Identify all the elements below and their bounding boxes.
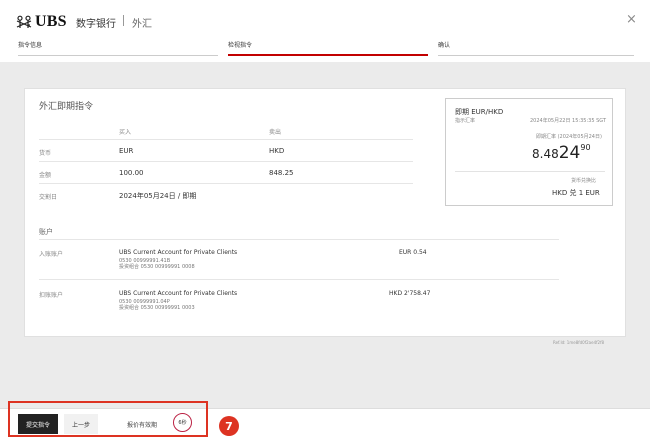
step-line-3 (438, 55, 634, 56)
app-name: 数字银行 (76, 19, 116, 30)
exchange-rate: 8.482490 (532, 143, 591, 163)
col-sell-header: 卖出 (269, 129, 282, 136)
reference-id: Ref.Id: 1me8fd0f2ae4f2f8 (553, 340, 605, 345)
step-order-info: 指令信息 (18, 42, 43, 49)
divider (39, 183, 413, 184)
annotation-highlight-box (8, 401, 208, 437)
section-name: 外汇 (132, 19, 152, 30)
divider (39, 139, 413, 140)
credit-account-name[interactable]: UBS Current Account for Private Clients (119, 249, 237, 256)
debit-balance: HKD 2'758.47 (389, 290, 431, 297)
currency-buy: EUR (119, 147, 134, 155)
app-header: UBS 数字银行 外汇 × (0, 0, 650, 34)
logo-text: UBS (35, 13, 67, 30)
value-date: 2024年05月24日 / 即期 (119, 192, 197, 200)
col-buy-header: 买入 (119, 129, 132, 136)
convert-label: 货币兑换比 (571, 178, 597, 184)
debit-portfolio: 投资组合 0530 00999991 0003 (119, 305, 195, 311)
close-icon[interactable]: × (626, 13, 637, 26)
step-confirm: 确认 (438, 42, 451, 49)
debit-account-label: 扣账账户 (39, 292, 64, 299)
ubs-logo[interactable]: UBS (15, 13, 67, 31)
amount-buy: 100.00 (119, 169, 144, 177)
annotation-step-badge: 7 (219, 416, 239, 436)
order-title: 外汇即期指令 (39, 102, 94, 112)
rate-fraction: 90 (580, 143, 591, 152)
rate-major: 8.48 (532, 147, 559, 161)
currency-label: 货币 (39, 150, 52, 157)
rate-value-date-note: 即期汇率 (2024年05月24日) (536, 134, 602, 140)
amount-sell: 848.25 (269, 169, 294, 177)
rate-pips: 24 (558, 143, 581, 163)
credit-balance: EUR 0.54 (399, 249, 427, 256)
amount-label: 金额 (39, 172, 52, 179)
step-line-2-active (228, 54, 428, 56)
accounts-title: 账户 (39, 228, 53, 236)
credit-portfolio: 投资组合 0530 00999991 0008 (119, 264, 195, 270)
rate-divider (455, 171, 605, 172)
divider (39, 279, 559, 280)
header-divider (123, 15, 124, 26)
step-review: 检视指令 (228, 42, 253, 49)
debit-account-name[interactable]: UBS Current Account for Private Clients (119, 290, 237, 297)
credit-account-label: 入账账户 (39, 251, 64, 258)
progress-stepper: 指令信息 检视指令 确认 (0, 34, 650, 62)
rate-type: 指示汇率 (455, 118, 476, 124)
convert-text: HKD 兑 1 EUR (552, 189, 600, 197)
keys-logo-icon (15, 15, 33, 29)
divider (39, 239, 559, 240)
currency-sell: HKD (269, 147, 285, 155)
value-date-label: 交割日 (39, 194, 58, 201)
divider (39, 161, 413, 162)
step-line-1 (18, 55, 218, 56)
rate-title: 即期 EUR/HKD (455, 108, 504, 116)
rate-timestamp: 2024年05月22日 15:35:35 SGT (530, 118, 607, 124)
fx-rate-panel: 即期 EUR/HKD 指示汇率 2024年05月22日 15:35:35 SGT… (445, 98, 613, 206)
